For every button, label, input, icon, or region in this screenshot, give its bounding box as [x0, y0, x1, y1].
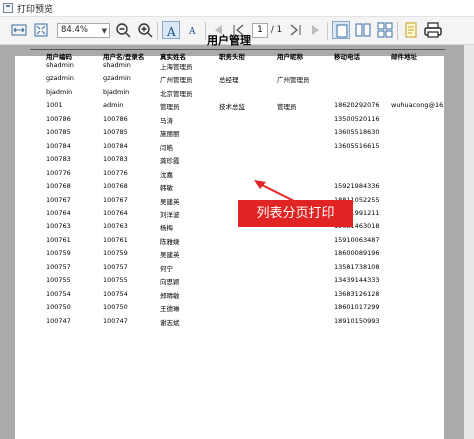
- column-header: 用户编码: [46, 53, 72, 61]
- table-cell: 100750: [103, 303, 128, 312]
- table-cell: 王德琳: [160, 305, 180, 314]
- table-cell: wuhuacong@163.com: [391, 101, 444, 110]
- table-cell: 100785: [103, 128, 128, 137]
- column-header: 邮件地址: [391, 53, 417, 61]
- table-cell: 100785: [46, 128, 71, 137]
- table-cell: 总经理: [219, 76, 239, 85]
- table-cell: 韩敏: [160, 184, 173, 193]
- table-cell: gzadmin: [103, 74, 131, 83]
- table-cell: 100757: [103, 262, 128, 271]
- table-cell: 1001: [46, 101, 63, 110]
- window-titlebar: 打印预览: [0, 0, 474, 17]
- table-cell: 刘洋波: [160, 210, 180, 219]
- table-cell: 杨梅: [160, 224, 173, 233]
- table-cell: 100764: [103, 208, 128, 217]
- table-cell: 100761: [46, 235, 71, 244]
- table-cell: 100776: [46, 168, 71, 177]
- table-cell: 100764: [46, 208, 71, 217]
- table-cell: 100761: [103, 235, 128, 244]
- table-cell: 管理员: [160, 103, 180, 112]
- table-cell: 18600089196: [334, 249, 380, 258]
- table-cell: 马涛: [160, 116, 173, 125]
- table-cell: 郑晴敏: [160, 291, 180, 300]
- table-cell: admin: [103, 101, 124, 110]
- column-header: 职务头衔: [219, 53, 245, 61]
- table-cell: 15921984336: [334, 182, 380, 191]
- table-cell: 100763: [46, 222, 71, 231]
- report-title: 用户管理: [207, 34, 251, 47]
- table-cell: gzadmin: [46, 74, 74, 83]
- table-cell: 陈雅婕: [160, 237, 180, 246]
- table-cell: 100768: [46, 182, 71, 191]
- table-cell: 100786: [103, 114, 128, 123]
- column-header: 用户名/登录名: [103, 53, 145, 61]
- table-cell: 100755: [103, 276, 128, 285]
- table-cell: 上海管理员: [160, 63, 193, 71]
- table-cell: 何宁: [160, 264, 173, 273]
- table-cell: 13605518630: [334, 128, 380, 137]
- table-cell: 龚珍霞: [160, 157, 180, 166]
- table-cell: 100747: [103, 316, 128, 325]
- table-cell: 100754: [103, 289, 128, 298]
- annotation-label: 列表分页打印: [238, 200, 353, 227]
- table-cell: bjadmin: [103, 87, 130, 96]
- table-cell: 闫皓: [160, 143, 173, 152]
- table-cell: 管理员: [277, 103, 297, 112]
- column-header: 真实姓名: [160, 53, 186, 61]
- vertical-scrollbar[interactable]: [464, 45, 474, 439]
- column-header: 用户昵称: [277, 53, 303, 61]
- table-cell: 100747: [46, 316, 71, 325]
- table-cell: 13683126128: [334, 289, 380, 298]
- table-cell: 100757: [46, 262, 71, 271]
- header-rule: [30, 49, 445, 50]
- table-cell: 100750: [46, 303, 71, 312]
- table-cell: 18601017299: [334, 303, 380, 312]
- table-cell: 技术总监: [219, 103, 245, 112]
- table-cell: 吴建英: [160, 251, 180, 260]
- table-cell: 谢志斌: [160, 318, 180, 327]
- table-cell: 100768: [103, 182, 128, 191]
- table-cell: shadmin: [46, 61, 74, 69]
- table-cell: bjadmin: [46, 87, 73, 96]
- table-cell: 100783: [46, 155, 71, 164]
- table-cell: 100763: [103, 222, 128, 231]
- table-cell: 100776: [103, 168, 128, 177]
- table-cell: 13605516615: [334, 141, 380, 150]
- table-cell: 北京管理员: [160, 89, 193, 98]
- table-cell: 向思颖: [160, 278, 180, 287]
- table-cell: 广州管理员: [277, 76, 310, 85]
- window-title: 打印预览: [17, 5, 54, 15]
- report-page: [15, 56, 444, 439]
- table-cell: 13500520116: [334, 114, 380, 123]
- table-cell: 100783: [103, 155, 128, 164]
- table-cell: 100784: [103, 141, 128, 150]
- column-header: 移动电话: [334, 53, 360, 61]
- table-cell: 100767: [103, 195, 128, 204]
- table-cell: 100754: [46, 289, 71, 298]
- table-cell: 沈嘉: [160, 170, 173, 179]
- table-cell: 100755: [46, 276, 71, 285]
- table-cell: 100759: [46, 249, 71, 258]
- table-cell: 100759: [103, 249, 128, 258]
- table-cell: 18910150993: [334, 316, 380, 325]
- table-cell: 100767: [46, 195, 71, 204]
- table-cell: 广州管理员: [160, 76, 193, 85]
- table-cell: 施丽丽: [160, 130, 180, 139]
- table-cell: 100786: [46, 114, 71, 123]
- table-cell: 吴建英: [160, 197, 180, 206]
- table-cell: 15910063487: [334, 235, 380, 244]
- table-cell: 100784: [46, 141, 71, 150]
- table-cell: 13581738108: [334, 262, 380, 271]
- table-cell: shadmin: [103, 61, 131, 69]
- print-preview-app-icon: [3, 3, 13, 13]
- table-cell: 18620292076: [334, 101, 380, 110]
- table-cell: 13439144333: [334, 276, 380, 285]
